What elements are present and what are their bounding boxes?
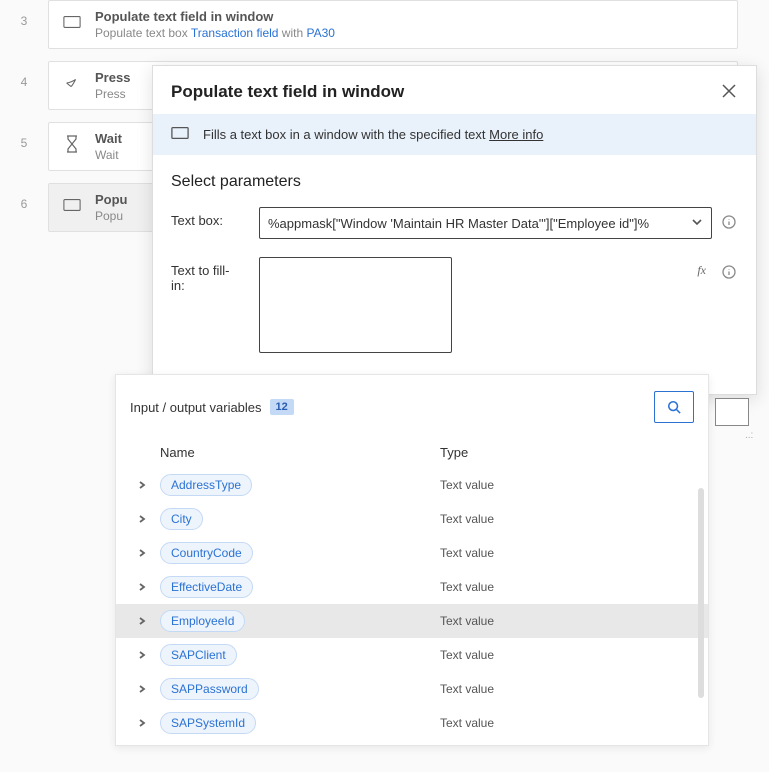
variable-type: Text value <box>440 478 494 492</box>
variable-type: Text value <box>440 546 494 560</box>
section-heading: Select parameters <box>171 173 738 191</box>
step-card[interactable]: Populate text field in window Populate t… <box>48 0 738 49</box>
param-fill-row: Text to fill-in: fx <box>171 257 738 358</box>
step-texts: Popu Popu <box>95 192 128 223</box>
expand-icon[interactable] <box>136 479 148 491</box>
variable-chip[interactable]: City <box>160 508 203 530</box>
variable-chip[interactable]: SAPSystemId <box>160 712 256 734</box>
variable-chip[interactable]: CountryCode <box>160 542 253 564</box>
scrollbar-thumb[interactable] <box>698 488 704 698</box>
variables-list: AddressTypeText valueCityText valueCount… <box>116 468 708 745</box>
step-number: 3 <box>0 0 48 28</box>
column-name: Name <box>160 445 440 460</box>
textbox-icon <box>61 194 83 216</box>
textbox-select[interactable]: %appmask["Window 'Maintain HR Master Dat… <box>259 207 712 239</box>
text-to-fill-input[interactable] <box>259 257 452 353</box>
step-subtitle: Wait <box>95 148 122 162</box>
step-subtitle: Press <box>95 87 130 101</box>
more-info-link[interactable]: More info <box>489 127 543 142</box>
expand-icon[interactable] <box>136 513 148 525</box>
variable-row[interactable]: EffectiveDate Text value <box>116 570 708 604</box>
textbox-value: %appmask["Window 'Maintain HR Master Dat… <box>268 216 649 231</box>
variable-chip[interactable]: AddressType <box>160 474 252 496</box>
step-number: 6 <box>0 183 48 211</box>
step-subtitle: Populate text box Transaction field with… <box>95 26 335 40</box>
cursor-icon <box>61 72 83 94</box>
dialog-header: Populate text field in window <box>153 66 756 114</box>
textbox-icon <box>61 11 83 33</box>
variable-row[interactable]: SAPClient Text value <box>116 638 708 672</box>
column-type: Type <box>440 445 694 460</box>
info-icon[interactable] <box>722 215 738 231</box>
hourglass-icon <box>61 133 83 155</box>
variable-row[interactable]: SAPUserText value <box>116 740 708 745</box>
variable-type: Text value <box>440 716 494 730</box>
step-title: Populate text field in window <box>95 9 335 26</box>
dialog-info-text: Fills a text box in a window with the sp… <box>203 127 543 142</box>
info-icon[interactable] <box>722 265 738 281</box>
param-textbox-row: Text box: %appmask["Window 'Maintain HR … <box>171 207 738 239</box>
fx-icon[interactable]: fx <box>697 263 706 278</box>
variable-row[interactable]: AddressType Text value <box>116 468 708 502</box>
step-texts: Populate text field in window Populate t… <box>95 9 335 40</box>
dialog-button-fragment[interactable] <box>715 398 749 426</box>
variable-row[interactable]: City Text value <box>116 502 708 536</box>
step-title: Press <box>95 70 130 87</box>
variable-type: Text value <box>440 682 494 696</box>
search-button[interactable] <box>654 391 694 423</box>
param-label: Text box: <box>171 207 243 228</box>
variable-row[interactable]: SAPPassword Text value <box>116 672 708 706</box>
variable-chip[interactable]: SAPPassword <box>160 678 259 700</box>
variables-header: Input / output variables 12 <box>116 375 708 437</box>
close-button[interactable] <box>722 84 738 100</box>
variable-type: Text value <box>440 580 494 594</box>
variable-type: Text value <box>440 512 494 526</box>
variable-type: Text value <box>440 614 494 628</box>
expand-icon[interactable] <box>136 683 148 695</box>
expand-icon[interactable] <box>136 581 148 593</box>
step-title: Wait <box>95 131 122 148</box>
expand-icon[interactable] <box>136 717 148 729</box>
variable-chip[interactable]: EmployeeId <box>160 610 245 632</box>
step-subtitle: Popu <box>95 209 128 223</box>
variable-chip[interactable]: EffectiveDate <box>160 576 253 598</box>
expand-icon[interactable] <box>136 615 148 627</box>
variable-type: Text value <box>440 648 494 662</box>
variables-column-headers: Name Type <box>116 437 708 468</box>
step-title: Popu <box>95 192 128 209</box>
flow-step[interactable]: 3 Populate text field in window Populate… <box>0 0 769 49</box>
variable-row[interactable]: CountryCode Text value <box>116 536 708 570</box>
step-number: 5 <box>0 122 48 150</box>
variables-panel: Input / output variables 12 Name Type Ad… <box>115 374 709 746</box>
resize-handle-icon[interactable]: ..: <box>745 430 753 441</box>
step-number: 4 <box>0 61 48 89</box>
step-texts: Wait Wait <box>95 131 122 162</box>
param-label: Text to fill-in: <box>171 257 243 293</box>
dialog-info-bar: Fills a text box in a window with the sp… <box>153 114 756 155</box>
textbox-icon <box>171 126 189 143</box>
populate-text-dialog: Populate text field in window Fills a te… <box>152 65 757 395</box>
variable-row[interactable]: EmployeeId Text value <box>116 604 708 638</box>
dialog-body: Select parameters Text box: %appmask["Wi… <box>153 155 756 394</box>
chevron-down-icon <box>691 216 703 231</box>
expand-icon[interactable] <box>136 649 148 661</box>
variables-heading: Input / output variables <box>130 400 262 415</box>
dialog-title: Populate text field in window <box>171 82 404 102</box>
variable-row[interactable]: SAPSystemId Text value <box>116 706 708 740</box>
variables-count-badge: 12 <box>270 399 294 415</box>
step-texts: Press Press <box>95 70 130 101</box>
expand-icon[interactable] <box>136 547 148 559</box>
variable-chip[interactable]: SAPClient <box>160 644 237 666</box>
